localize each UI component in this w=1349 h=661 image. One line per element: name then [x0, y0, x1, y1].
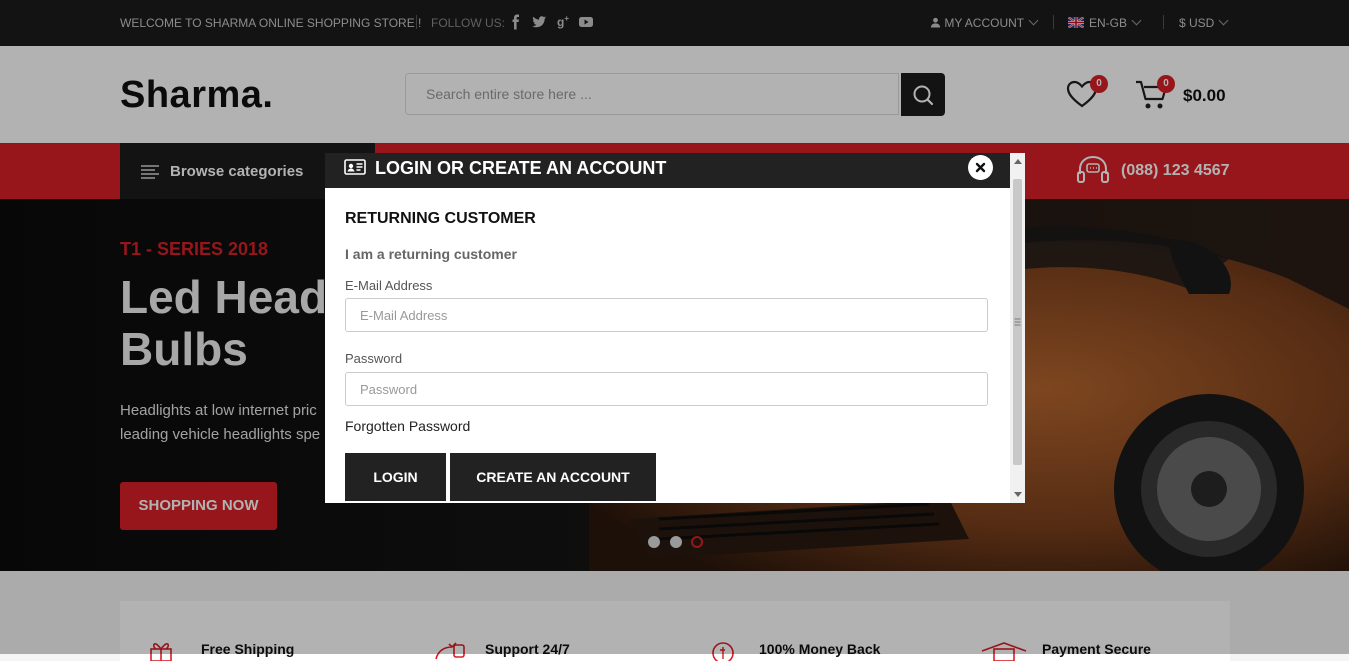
login-modal: LOGIN OR CREATE AN ACCOUNT RETURNING CUS… — [325, 153, 1025, 503]
password-field-wrapper — [345, 372, 988, 406]
modal-scrollbar[interactable] — [1010, 153, 1025, 503]
close-button[interactable] — [968, 155, 993, 180]
login-button[interactable]: LOGIN — [345, 453, 446, 501]
section-title: RETURNING CUSTOMER — [345, 210, 536, 227]
email-label: E-Mail Address — [345, 278, 433, 293]
close-icon — [975, 162, 986, 173]
forgotten-password-link[interactable]: Forgotten Password — [345, 418, 470, 434]
grip-icon — [1014, 318, 1021, 326]
email-field-wrapper — [345, 298, 988, 332]
create-account-button[interactable]: CREATE AN ACCOUNT — [450, 453, 656, 501]
email-field[interactable] — [358, 299, 962, 331]
password-field[interactable] — [358, 373, 962, 405]
id-card-icon — [344, 159, 366, 175]
modal-title: LOGIN OR CREATE AN ACCOUNT — [375, 158, 667, 178]
modal-header: LOGIN OR CREATE AN ACCOUNT — [325, 153, 1010, 188]
scrollbar-thumb[interactable] — [1013, 179, 1022, 465]
scroll-up-arrow[interactable] — [1014, 159, 1022, 164]
scroll-down-arrow[interactable] — [1014, 492, 1022, 497]
password-label: Password — [345, 351, 403, 366]
section-subtitle: I am a returning customer — [345, 246, 517, 262]
